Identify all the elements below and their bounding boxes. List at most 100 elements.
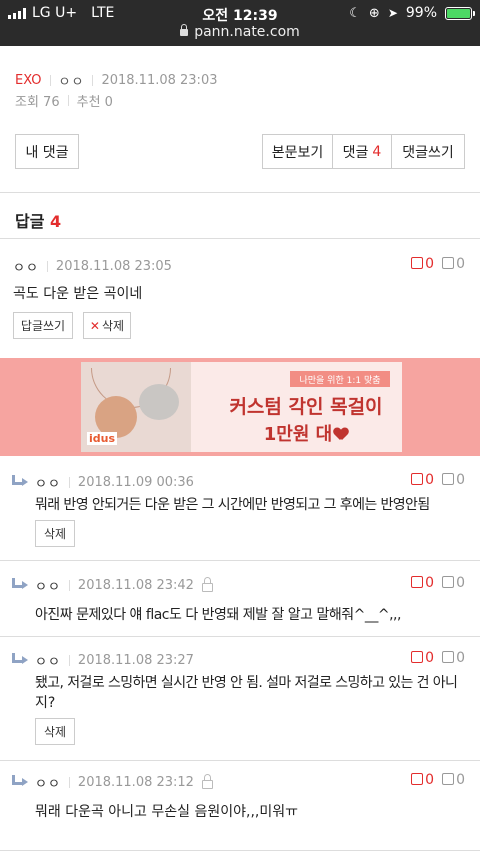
close-icon: ✕ — [89, 318, 100, 333]
view-count: 조회 76 — [15, 94, 60, 110]
recommend-count: 추천 0 — [76, 94, 113, 110]
my-comments-button[interactable]: 내 댓글 — [15, 134, 79, 169]
upvote-button[interactable]: 0 — [411, 772, 434, 788]
downvote-count: 0 — [456, 575, 465, 591]
thumbs-down-icon — [442, 576, 455, 588]
comment-text-continued: 지? — [35, 695, 56, 711]
post-date: 2018.11.08 23:03 — [101, 72, 218, 88]
ad-title: 커스텀 각인 목걸이 — [229, 396, 383, 418]
comment-author: ㅇㅇ — [35, 776, 61, 792]
upvote-count: 0 — [425, 772, 435, 788]
lock-icon — [201, 773, 213, 789]
thumbs-down-icon — [442, 473, 455, 485]
rotation-lock-icon: ⊕ — [368, 5, 380, 21]
upvote-count: 0 — [425, 256, 435, 272]
address-bar[interactable]: pann.nate.com — [0, 24, 480, 40]
comment-date: 2018.11.08 23:42 — [77, 577, 194, 593]
reply-divider — [0, 850, 480, 851]
reply-button[interactable]: 답글쓰기 — [13, 312, 73, 339]
divider — [68, 776, 70, 788]
comment-author: ㅇㅇ — [13, 260, 39, 276]
thumbs-down-icon — [442, 257, 455, 269]
divider — [92, 74, 94, 86]
comment-date: 2018.11.09 00:36 — [77, 474, 194, 490]
ad-brand-logo: idus — [87, 432, 118, 445]
thumbs-down-icon — [442, 651, 455, 663]
upvote-count: 0 — [425, 575, 435, 591]
post-author: ㅇㅇ — [58, 74, 85, 90]
comment-button-group: 본문보기 댓글 4 댓글쓰기 — [262, 134, 465, 169]
upvote-button[interactable]: 0 — [411, 256, 434, 272]
downvote-button[interactable]: 0 — [442, 472, 465, 488]
comments-count: 4 — [372, 143, 382, 160]
battery-percent: 99% — [405, 5, 437, 21]
divider — [68, 476, 70, 488]
moon-icon: ☾ — [349, 5, 361, 21]
lock-icon — [201, 576, 213, 592]
category-label[interactable]: EXO — [15, 73, 42, 88]
thumbs-up-icon — [411, 257, 424, 269]
comment-author: ㅇㅇ — [35, 654, 61, 670]
replies-heading: 답글 4 — [15, 208, 61, 232]
upvote-count: 0 — [425, 472, 435, 488]
comment-author: ㅇㅇ — [35, 579, 61, 595]
downvote-count: 0 — [456, 472, 465, 488]
write-comment-button[interactable]: 댓글쓰기 — [392, 135, 464, 168]
upvote-button[interactable]: 0 — [411, 575, 434, 591]
comment-author: ㅇㅇ — [35, 476, 61, 492]
upvote-count: 0 — [425, 650, 435, 666]
downvote-button[interactable]: 0 — [442, 256, 465, 272]
delete-button[interactable]: 삭제 — [35, 718, 75, 745]
comment-header: ㅇㅇ 2018.11.08 23:05 0 0 — [0, 256, 480, 276]
ad-necklace-image: idus — [81, 362, 191, 452]
ad-tag: 나만을 위한 1:1 맞춤 — [290, 371, 390, 387]
divider — [67, 94, 69, 106]
upvote-button[interactable]: 0 — [411, 472, 434, 488]
divider — [49, 74, 51, 86]
thumbs-up-icon — [411, 576, 424, 588]
url-text: pann.nate.com — [194, 24, 300, 40]
comment-header: ㅇㅇ 2018.11.08 23:12 0 0 — [0, 772, 480, 792]
view-post-button[interactable]: 본문보기 — [263, 135, 333, 168]
section-divider — [0, 192, 480, 193]
delete-button[interactable]: 삭제 — [35, 520, 75, 547]
comments-label: 댓글 — [342, 144, 369, 161]
comment-text: 아진짜 문제있다 얘 flac도 다 반영돼 제발 잘 알고 말해줘^__^,,… — [35, 607, 401, 623]
reply-divider — [0, 760, 480, 761]
comments-tab-button[interactable]: 댓글 4 — [333, 135, 392, 168]
downvote-count: 0 — [456, 772, 465, 788]
comment-date: 2018.11.08 23:05 — [55, 258, 172, 274]
comment-text: 됐고, 저걸로 스밍하면 실시간 반영 안 됨. 설마 저걸로 스밍하고 있는 … — [35, 675, 458, 691]
battery-icon — [445, 6, 475, 20]
comment-text: 뭐래 다운곡 아니고 무손실 음원이야,,,미워ㅠ — [35, 804, 298, 820]
divider — [46, 260, 48, 272]
reply-divider — [0, 636, 480, 637]
comment-header: ㅇㅇ 2018.11.09 00:36 0 0 — [0, 472, 480, 492]
status-bar: LG U+ LTE 오전 12:39 ☾ ⊕ ➤ 99% pann.nate.c… — [0, 0, 480, 46]
post-meta: EXO ㅇㅇ 2018.11.08 23:03 조회 76 추천 0 — [15, 70, 217, 110]
downvote-count: 0 — [456, 256, 465, 272]
comment-date: 2018.11.08 23:27 — [77, 652, 194, 668]
downvote-button[interactable]: 0 — [442, 650, 465, 666]
upvote-button[interactable]: 0 — [411, 650, 434, 666]
thumbs-down-icon — [442, 773, 455, 785]
divider — [68, 654, 70, 666]
delete-label: 삭제 — [101, 319, 125, 333]
replies-heading-count: 4 — [50, 212, 62, 231]
location-icon: ➤ — [387, 6, 398, 20]
thumbs-up-icon — [411, 651, 424, 663]
ad-banner[interactable]: idus 나만을 위한 1:1 맞춤 커스텀 각인 목걸이 1만원 대 — [0, 358, 480, 456]
thumbs-up-icon — [411, 473, 424, 485]
divider — [68, 579, 70, 591]
comment-header: ㅇㅇ 2018.11.08 23:42 0 0 — [0, 575, 480, 595]
comment-header: ㅇㅇ 2018.11.08 23:27 0 0 — [0, 650, 480, 670]
comment-text: 뭐래 반영 안되거든 다운 받은 그 시간에만 반영되고 그 후에는 반영안됨 — [35, 497, 430, 513]
downvote-button[interactable]: 0 — [442, 772, 465, 788]
comment-date: 2018.11.08 23:12 — [77, 774, 194, 790]
thumbs-up-icon — [411, 773, 424, 785]
comment-text: 곡도 다운 받은 곡이네 — [13, 286, 143, 302]
delete-button[interactable]: ✕ 삭제 — [83, 312, 131, 339]
downvote-button[interactable]: 0 — [442, 575, 465, 591]
ad-subtitle-text: 1만원 대 — [263, 424, 333, 445]
ad-content: idus 나만을 위한 1:1 맞춤 커스텀 각인 목걸이 1만원 대 — [81, 362, 402, 452]
